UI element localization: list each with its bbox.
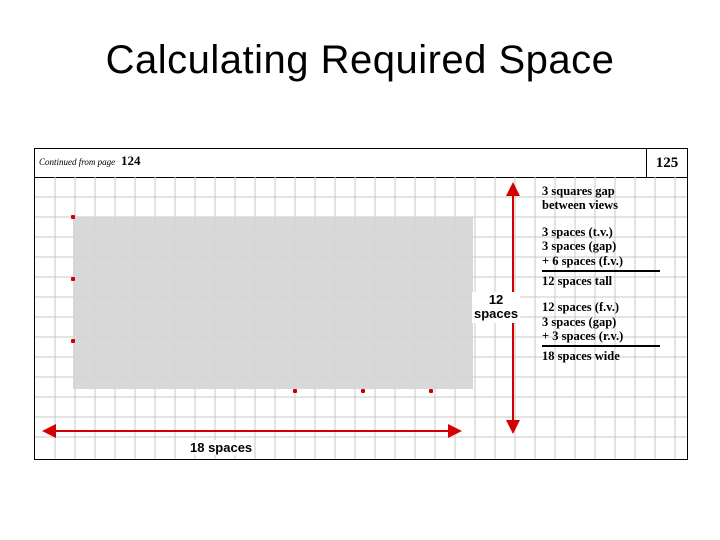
tick-icon [71, 277, 75, 281]
handwritten-notes: 3 squares gap between views 3 spaces (t.… [542, 184, 690, 376]
note-block-wide: 12 spaces (f.v.) 3 spaces (gap) + 3 spac… [542, 300, 690, 364]
shaded-block [73, 217, 473, 389]
tick-icon [361, 389, 365, 393]
note-block-tall: 3 spaces (t.v.) 3 spaces (gap) + 6 space… [542, 225, 690, 289]
page-number-box: 125 [646, 149, 687, 177]
tick-icon [429, 389, 433, 393]
vertical-dimension-label: 12spaces [472, 292, 520, 323]
sum-rule-icon [542, 270, 660, 272]
continued-from-page: 124 [121, 153, 141, 169]
tick-icon [71, 339, 75, 343]
sum-rule-icon [542, 345, 660, 347]
continued-from-label: Continued from page [39, 157, 115, 167]
notebook-header: Continued from page 124 125 [35, 149, 687, 178]
horizontal-dimension-arrow [52, 430, 452, 432]
page-title: Calculating Required Space [0, 38, 720, 83]
tick-icon [71, 215, 75, 219]
note-block-gap: 3 squares gap between views [542, 184, 690, 213]
tick-icon [293, 389, 297, 393]
horizontal-dimension-label: 18 spaces [190, 440, 252, 455]
